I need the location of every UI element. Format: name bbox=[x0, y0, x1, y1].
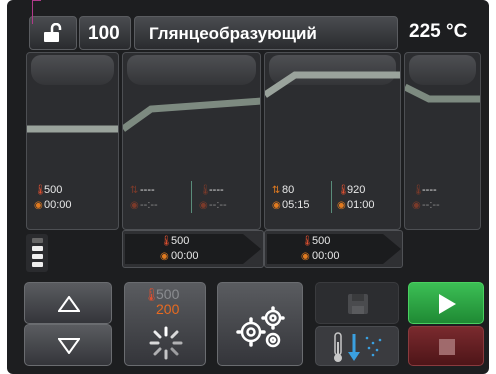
firing-rate: 80 bbox=[282, 184, 295, 196]
level-bar bbox=[32, 238, 43, 243]
transition-1-time: 00:00 bbox=[171, 250, 199, 262]
heating-rate-time: --:-- bbox=[140, 199, 158, 211]
clock-icon: ◉ bbox=[272, 200, 281, 211]
program-number: 100 bbox=[88, 23, 120, 44]
heating-temp: ---- bbox=[209, 184, 224, 196]
settings-button[interactable] bbox=[217, 282, 303, 366]
program-name: Глянцеобразующий bbox=[149, 24, 317, 43]
up-arrow-icon bbox=[58, 296, 80, 312]
program-name-box[interactable]: Глянцеобразующий bbox=[134, 16, 398, 50]
phase-heating[interactable]: ⇅ ---- ◉ --:-- 🌡︎ ---- ◉ --:-- bbox=[122, 52, 261, 230]
firing-rate-time: 05:15 bbox=[282, 199, 310, 211]
clock-icon: ◉ bbox=[199, 200, 208, 211]
down-arrow-icon bbox=[58, 338, 80, 354]
clock-icon: ◉ bbox=[301, 251, 310, 262]
cooling-temp: ---- bbox=[422, 184, 437, 196]
save-button bbox=[315, 282, 399, 324]
phase-firing[interactable]: ⇅ 80 ◉ 05:15 🌡︎ 920 ◉ 01:00 bbox=[264, 52, 401, 230]
thermometer-cooling-icon bbox=[334, 332, 382, 362]
up-button[interactable] bbox=[24, 282, 112, 324]
level-bar bbox=[32, 254, 43, 259]
predry-temp: 500 bbox=[44, 184, 63, 196]
firing-temp: 920 bbox=[347, 184, 366, 196]
callout-line bbox=[32, 0, 41, 1]
clock-icon: ◉ bbox=[130, 200, 139, 211]
program-number-box[interactable]: 100 bbox=[79, 16, 131, 50]
current-temperature: 225 °C bbox=[409, 21, 468, 42]
rate-icon: ⇅ bbox=[272, 185, 281, 196]
down-button[interactable] bbox=[24, 324, 112, 366]
start-button[interactable] bbox=[408, 282, 484, 324]
clock-icon: ◉ bbox=[160, 251, 169, 262]
phase-cooling[interactable]: 🌡︎ ---- ◉ --:-- bbox=[404, 52, 481, 230]
level-bar bbox=[32, 246, 43, 251]
transition-panel-2[interactable]: 🌡︎ 500 ◉ 00:00 bbox=[264, 230, 403, 268]
divider bbox=[191, 181, 192, 213]
transition-panel-1[interactable]: 🌡︎ 500 ◉ 00:00 bbox=[122, 230, 264, 268]
predry-time: 00:00 bbox=[44, 199, 72, 211]
stop-button[interactable] bbox=[408, 326, 484, 366]
lock-toggle-button[interactable] bbox=[29, 16, 77, 50]
firing-hold-time: 01:00 bbox=[347, 199, 375, 211]
heating-rate: ---- bbox=[140, 184, 155, 196]
rate-icon: ⇅ bbox=[130, 185, 139, 196]
heating-temp-time: --:-- bbox=[209, 199, 227, 211]
cooling-time: --:-- bbox=[422, 199, 440, 211]
play-icon bbox=[439, 294, 456, 314]
transition-2-time: 00:00 bbox=[312, 250, 340, 262]
heat-top-value: 500 bbox=[156, 286, 180, 302]
callout-line bbox=[32, 0, 33, 24]
divider bbox=[331, 181, 332, 213]
stop-icon bbox=[439, 339, 455, 355]
transition-1-temp: 500 bbox=[171, 235, 190, 247]
level-bar bbox=[32, 262, 43, 267]
phase-predry[interactable]: 🌡︎ 500 ◉ 00:00 bbox=[26, 52, 119, 230]
vacuum-level-indicator bbox=[26, 234, 48, 272]
heat-bottom-value: 200 bbox=[156, 301, 180, 317]
unlock-icon bbox=[44, 23, 62, 42]
transition-2-temp: 500 bbox=[312, 235, 331, 247]
oven-control-screen: 100 Глянцеобразующий 225 °C 🌡︎ 500 ◉ 00:… bbox=[7, 0, 489, 374]
standby-heat-button[interactable]: 🌡︎ 500 200 bbox=[124, 282, 206, 366]
clock-icon: ◉ bbox=[412, 200, 421, 211]
loading-spinner-icon bbox=[149, 326, 183, 360]
clock-icon: ◉ bbox=[34, 200, 43, 211]
save-icon bbox=[348, 294, 368, 314]
cooling-button[interactable] bbox=[315, 326, 399, 366]
clock-icon: ◉ bbox=[337, 200, 346, 211]
gears-icon bbox=[236, 306, 285, 348]
